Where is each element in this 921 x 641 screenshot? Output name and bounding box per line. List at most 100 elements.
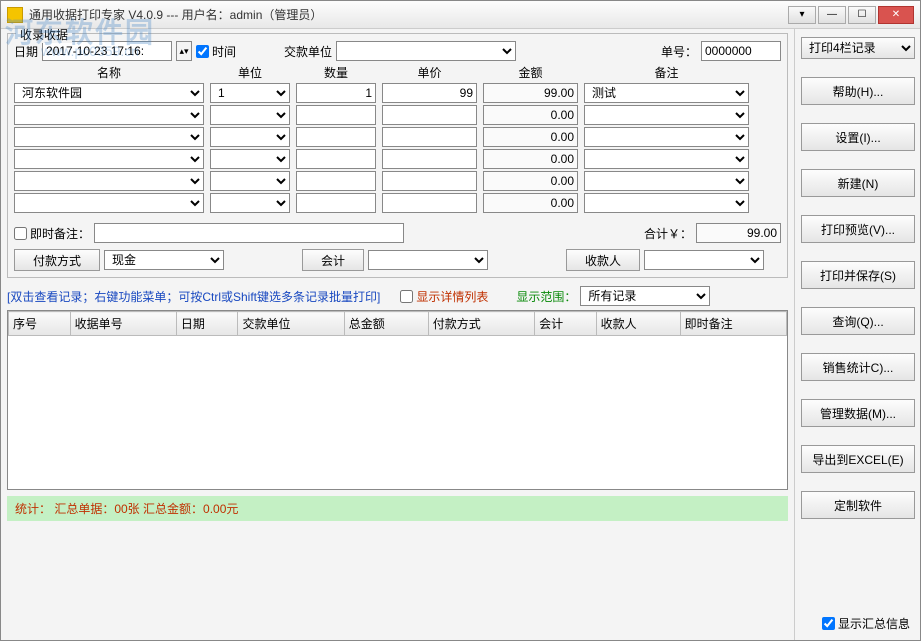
settings-button[interactable]: 设置(I)... [801, 123, 915, 151]
total-label: 合计￥： [644, 225, 692, 242]
price-input[interactable] [382, 171, 477, 191]
price-input[interactable] [382, 105, 477, 125]
instant-note-input[interactable] [94, 223, 404, 243]
window-title: 通用收据打印专家 V4.0.9 --- 用户名：admin（管理员） [29, 6, 788, 23]
records-hint: [双击查看记录；右键功能菜单；可按Ctrl或Shift键选多条记录批量打印] [7, 288, 380, 305]
col-price: 单价 [382, 64, 477, 81]
records-table-area[interactable]: 序号收据单号日期交款单位总金额付款方式会计收款人即时备注 [7, 310, 788, 490]
grid-row [14, 127, 781, 147]
time-checkbox[interactable] [196, 45, 209, 58]
scope-label: 显示范围： [516, 288, 576, 305]
minimize-button[interactable]: — [818, 6, 846, 24]
name-select[interactable] [14, 193, 204, 213]
col-name: 名称 [14, 64, 204, 81]
preview-button[interactable]: 打印预览(V)... [801, 215, 915, 243]
qty-input[interactable] [296, 193, 376, 213]
table-header[interactable]: 日期 [176, 312, 238, 336]
remark-select[interactable] [584, 149, 749, 169]
price-input[interactable] [382, 149, 477, 169]
show-detail-label: 显示详情列表 [416, 288, 488, 305]
show-summary-checkbox[interactable] [822, 617, 835, 630]
name-select[interactable] [14, 171, 204, 191]
instant-note-label: 即时备注： [30, 225, 90, 242]
remark-select[interactable] [584, 105, 749, 125]
col-amount: 金额 [483, 64, 578, 81]
app-window: 河东软件园 www.pc0359.cn 通用收据打印专家 V4.0.9 --- … [0, 0, 921, 641]
show-summary-label: 显示汇总信息 [838, 615, 910, 632]
amount-value [483, 171, 578, 191]
remark-select[interactable] [584, 127, 749, 147]
remark-select[interactable] [584, 193, 749, 213]
amount-value [483, 127, 578, 147]
col-unit: 单位 [210, 64, 290, 81]
total-value [696, 223, 781, 243]
remark-select[interactable] [584, 171, 749, 191]
serial-input[interactable] [701, 41, 781, 61]
payer-select[interactable] [336, 41, 516, 61]
accountant-button[interactable]: 会计 [302, 249, 364, 271]
name-select[interactable]: 河东软件园 [14, 83, 204, 103]
table-header[interactable]: 会计 [535, 312, 597, 336]
price-input[interactable] [382, 127, 477, 147]
payway-button[interactable]: 付款方式 [14, 249, 100, 271]
query-button[interactable]: 查询(Q)... [801, 307, 915, 335]
show-detail-checkbox[interactable] [400, 290, 413, 303]
table-header[interactable]: 即时备注 [680, 312, 786, 336]
qty-input[interactable] [296, 105, 376, 125]
col-qty: 数量 [296, 64, 376, 81]
date-stepper-icon[interactable]: ▴▾ [176, 41, 192, 61]
maximize-button[interactable]: ☐ [848, 6, 876, 24]
name-select[interactable] [14, 149, 204, 169]
amount-value [483, 83, 578, 103]
table-header[interactable]: 付款方式 [428, 312, 534, 336]
payee-select[interactable] [644, 250, 764, 270]
table-header[interactable]: 交款单位 [238, 312, 344, 336]
print-save-button[interactable]: 打印并保存(S) [801, 261, 915, 289]
grid-row [14, 149, 781, 169]
remark-select[interactable]: 测试 [584, 83, 749, 103]
amount-value [483, 149, 578, 169]
manage-data-button[interactable]: 管理数据(M)... [801, 399, 915, 427]
payee-button[interactable]: 收款人 [566, 249, 640, 271]
name-select[interactable] [14, 105, 204, 125]
payer-label: 交款单位 [284, 43, 332, 60]
instant-note-checkbox[interactable] [14, 227, 27, 240]
table-header[interactable]: 收款人 [596, 312, 680, 336]
serial-label: 单号： [661, 43, 697, 60]
grid-row [14, 105, 781, 125]
price-input[interactable] [382, 83, 477, 103]
scope-select[interactable]: 所有记录 [580, 286, 710, 306]
sale-stat-button[interactable]: 销售统计C)... [801, 353, 915, 381]
payway-select[interactable]: 现金 [104, 250, 224, 270]
custom-software-button[interactable]: 定制软件 [801, 491, 915, 519]
unit-select[interactable] [210, 149, 290, 169]
table-header[interactable]: 收据单号 [70, 312, 176, 336]
print-columns-select[interactable]: 打印4栏记录 [801, 37, 915, 59]
date-label: 日期 [14, 43, 38, 60]
new-button[interactable]: 新建(N) [801, 169, 915, 197]
date-input[interactable] [42, 41, 172, 61]
table-header[interactable]: 总金额 [344, 312, 428, 336]
accountant-select[interactable] [368, 250, 488, 270]
amount-value [483, 193, 578, 213]
grid-row [14, 193, 781, 213]
table-header[interactable]: 序号 [9, 312, 71, 336]
help-button[interactable]: 帮助(H)... [801, 77, 915, 105]
export-excel-button[interactable]: 导出到EXCEL(E) [801, 445, 915, 473]
unit-select[interactable]: 1 [210, 83, 290, 103]
receipt-group: 收录收据 日期 ▴▾ 时间 交款单位 单号： 名称 单位 数量 [7, 33, 788, 278]
dropdown-icon[interactable]: ▾ [788, 6, 816, 24]
grid-row [14, 171, 781, 191]
qty-input[interactable] [296, 127, 376, 147]
qty-input[interactable] [296, 171, 376, 191]
price-input[interactable] [382, 193, 477, 213]
qty-input[interactable] [296, 83, 376, 103]
close-button[interactable]: ✕ [878, 6, 914, 24]
unit-select[interactable] [210, 105, 290, 125]
qty-input[interactable] [296, 149, 376, 169]
app-icon [7, 7, 23, 23]
unit-select[interactable] [210, 127, 290, 147]
unit-select[interactable] [210, 171, 290, 191]
name-select[interactable] [14, 127, 204, 147]
unit-select[interactable] [210, 193, 290, 213]
